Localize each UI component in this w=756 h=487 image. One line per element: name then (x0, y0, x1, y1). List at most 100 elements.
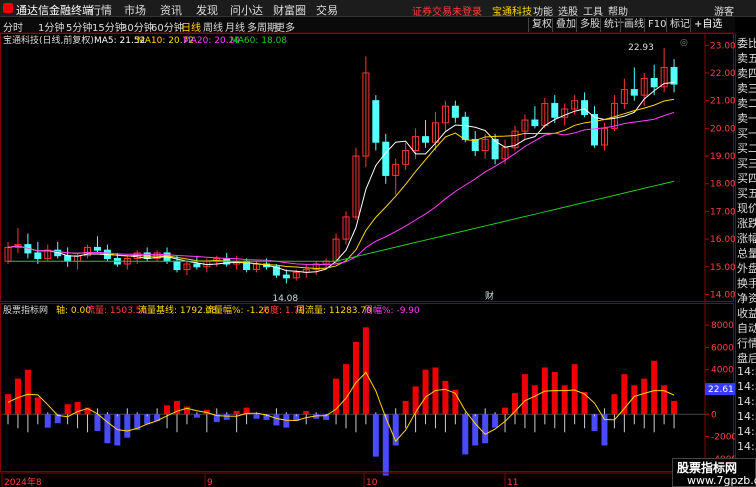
sub-ytick-label: 8000 (711, 321, 734, 331)
period-multi[interactable]: 多周期 (247, 19, 277, 34)
login-notice[interactable]: 证券交易未登录 (412, 3, 482, 18)
candle-body (93, 246, 101, 251)
candle-body (382, 141, 390, 176)
app-logo-icon (3, 3, 13, 13)
period-daily[interactable]: 日线 (181, 19, 201, 34)
kline-chart-area[interactable]: 23.00 22.00 21.00 20.00 19.00 18.00 17.00 16.00… (0, 33, 735, 487)
ytick-label: 15.00 (710, 263, 735, 273)
side-panel-label: 委比 (737, 37, 756, 50)
period-more[interactable]: 更多 (275, 19, 295, 34)
period-1min[interactable]: 1分钟 (38, 19, 64, 34)
ma10-line (7, 98, 675, 269)
sub-ytick-label: -2000 (711, 433, 735, 443)
settings-icon: ◎ (680, 38, 688, 48)
menu-bangzhu[interactable]: 帮助 (608, 3, 628, 18)
flow-bar (164, 405, 171, 415)
candle-body (34, 252, 42, 259)
weekly-pct-label: 周幅%: -9.90 (364, 304, 420, 316)
period-5min[interactable]: 5分钟 (66, 19, 92, 34)
btn-huaxian[interactable]: 画线 (620, 18, 644, 32)
btn-add-watchlist[interactable]: +自选 (690, 18, 722, 32)
flow-bar (492, 414, 499, 428)
candle-body (461, 116, 469, 140)
ytick-label: 19.00 (710, 152, 735, 162)
watermark-url: www.7gpzb.com (687, 474, 756, 487)
low-price-label: 14.08 (272, 294, 298, 304)
flow-bar (561, 385, 568, 415)
side-panel-label: 净资 (737, 292, 756, 305)
period-60min[interactable]: 60分钟 (151, 19, 184, 34)
ma60-label: MA60: 18.08 (230, 36, 287, 46)
btn-f10[interactable]: F10 (644, 18, 666, 32)
xaxis-label: 11 (507, 478, 518, 487)
sub-title: 股票指标网 (3, 304, 48, 316)
flow-bar (661, 385, 668, 415)
xaxis-label: 2024年8 (4, 476, 42, 487)
period-fenshi[interactable]: 分时 (3, 19, 23, 34)
flow-bar (94, 414, 101, 431)
flow-bar (442, 380, 449, 415)
period-weekly[interactable]: 周线 (203, 19, 223, 34)
menu-gongju[interactable]: 工具 (583, 3, 603, 18)
chart-svg[interactable]: 23.00 22.00 21.00 20.00 19.00 18.00 17.00 16.00… (0, 33, 735, 487)
guest-label[interactable]: 游客 (714, 3, 734, 18)
ytick-label: 14.00 (710, 290, 735, 300)
side-panel-label: 涨幅 (737, 232, 756, 245)
btn-duogu[interactable]: 多股 (576, 18, 600, 32)
app-title: 通达信金融终端 (16, 4, 93, 17)
flow-bar (591, 414, 598, 431)
ytick-label: 16.00 (710, 235, 735, 245)
candle-body (451, 105, 459, 118)
menu-wenxiaoda[interactable]: 问小达 (230, 2, 263, 18)
menu-xuangu[interactable]: 选股 (558, 3, 578, 18)
candle-body (630, 89, 638, 96)
candle-body (193, 263, 201, 268)
current-stock-name: 宝通科技 (492, 7, 532, 18)
flow-bar (5, 394, 11, 415)
period-monthly[interactable]: 月线 (225, 19, 245, 34)
candle-body (471, 138, 479, 152)
side-panel-label: 买二 (737, 142, 756, 155)
app-window: 通达信金融终端 行情 市场 资讯 发现 问小达 财富圈 交易 证券交易未登录 宝… (0, 0, 756, 487)
menu-bar: 通达信金融终端 行情 市场 资讯 发现 问小达 财富圈 交易 证券交易未登录 宝… (0, 0, 756, 18)
menu-gongneng[interactable]: 功能 (533, 3, 553, 18)
period-30min[interactable]: 30分钟 (121, 19, 154, 34)
flow-bar (412, 386, 419, 415)
flow-bar (651, 360, 658, 415)
ytick-label: 22.00 (710, 69, 735, 79)
menu-shichang[interactable]: 市场 (124, 2, 146, 18)
ma20-line (7, 111, 675, 266)
period-15min[interactable]: 15分钟 (92, 19, 125, 34)
side-panel-label: 行情 (737, 337, 756, 350)
candle-body (173, 260, 181, 271)
side-panel-label: 14:5 (737, 380, 756, 393)
flow-bar (372, 414, 379, 457)
btn-biaoji[interactable]: 标记 (666, 18, 690, 32)
side-panel-label: 卖五 (737, 52, 756, 65)
side-panel-label: 卖四 (737, 67, 756, 80)
flow-bar (402, 400, 409, 415)
menu-hangqing[interactable]: 行情 (90, 2, 112, 18)
flow-bar (422, 369, 429, 415)
flow-bar (531, 385, 538, 415)
flow-bar (571, 364, 578, 415)
side-panel-label: 14:5 (737, 440, 756, 453)
ytick-label: 23.00 (710, 41, 735, 51)
menu-jiaoyi[interactable]: 交易 (316, 2, 338, 18)
flow-bar (611, 394, 618, 415)
flow-bar (283, 414, 290, 428)
btn-fuquan[interactable]: 复权 (528, 18, 552, 32)
flow-bar (124, 414, 131, 438)
btn-diejia[interactable]: 叠加 (552, 18, 576, 32)
chart-title: 宝通科技(日线,前复权) (3, 34, 94, 46)
side-panel-label: 买一 (737, 127, 756, 140)
flow-bar (551, 371, 558, 415)
menu-zixun[interactable]: 资讯 (160, 2, 182, 18)
menu-caifuquan[interactable]: 财富圈 (273, 2, 306, 18)
side-panel-label: 卖三 (737, 82, 756, 95)
menu-faxian[interactable]: 发现 (196, 2, 218, 18)
flow-bar (462, 414, 469, 455)
candle-body (64, 255, 72, 262)
ma5-line (7, 81, 675, 273)
quote-side-panel: 委比 卖五 卖四 卖三 卖二 卖一 买一 买二 买三 买四 买五 现价 涨跌 涨幅 总量 外盘 换手 净资 收益 自动… (735, 33, 756, 487)
